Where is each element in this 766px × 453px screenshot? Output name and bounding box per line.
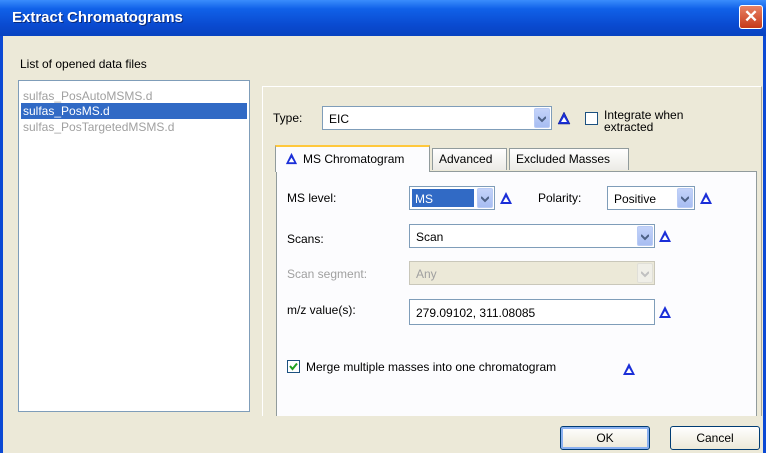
blue-triangle-icon[interactable] — [557, 111, 571, 125]
file-item[interactable]: sulfas_PosTargetedMSMS.d — [21, 119, 174, 135]
scans-select[interactable]: Scan — [409, 224, 655, 248]
ms-level-value: MS — [415, 192, 433, 206]
integrate-label-line2: extracted — [604, 120, 654, 134]
cancel-button[interactable]: Cancel — [670, 426, 760, 450]
mz-values-label: m/z value(s): — [287, 303, 356, 317]
type-label: Type: — [273, 111, 303, 125]
title-bar[interactable]: Extract Chromatograms ✕ — [0, 0, 766, 36]
chevron-down-icon[interactable] — [534, 108, 550, 128]
files-list[interactable]: sulfas_PosAutoMSMS.d sulfas_PosMS.d sulf… — [18, 80, 250, 412]
tab-excluded-masses[interactable]: Excluded Masses — [509, 148, 629, 170]
file-item[interactable]: sulfas_PosAutoMSMS.d — [21, 88, 152, 104]
blue-triangle-icon[interactable] — [658, 229, 672, 243]
tab-advanced[interactable]: Advanced — [432, 148, 507, 170]
close-button[interactable]: ✕ — [739, 5, 763, 29]
ms-level-select[interactable]: MS — [409, 186, 495, 210]
integrate-checkbox[interactable] — [585, 112, 598, 125]
polarity-select[interactable]: Positive — [607, 186, 695, 210]
integrate-label: Integrate when extracted — [604, 109, 683, 133]
close-icon: ✕ — [743, 7, 759, 26]
window-title: Extract Chromatograms — [12, 9, 183, 26]
polarity-label: Polarity: — [538, 191, 582, 205]
chevron-down-icon — [637, 263, 653, 283]
blue-triangle-icon[interactable] — [658, 305, 672, 319]
tab-label: MS Chromatogram — [303, 152, 405, 166]
tab-label: Excluded Masses — [516, 152, 611, 166]
ok-button[interactable]: OK — [560, 426, 650, 450]
ms-level-label: MS level: — [287, 191, 337, 205]
chevron-down-icon[interactable] — [477, 188, 493, 208]
file-item-selected[interactable]: sulfas_PosMS.d — [21, 103, 247, 119]
blue-triangle-icon — [285, 152, 298, 165]
type-select[interactable]: EIC — [322, 106, 552, 130]
files-list-label: List of opened data files — [20, 57, 147, 71]
scans-label: Scans: — [287, 232, 324, 246]
blue-triangle-icon[interactable] — [699, 191, 713, 205]
merge-checkbox[interactable] — [287, 360, 300, 373]
scan-segment-select: Any — [409, 261, 655, 285]
polarity-value: Positive — [614, 192, 657, 206]
blue-triangle-icon[interactable] — [499, 191, 513, 205]
mz-values-input[interactable]: 279.09102, 311.08085 — [409, 299, 655, 325]
merge-label: Merge multiple masses into one chromatog… — [306, 360, 557, 374]
chevron-down-icon[interactable] — [677, 188, 693, 208]
blue-triangle-icon[interactable] — [622, 362, 636, 376]
scan-segment-label: Scan segment: — [287, 267, 368, 281]
checkmark-icon — [289, 362, 298, 371]
chevron-down-icon[interactable] — [637, 226, 653, 246]
mz-values-text: 279.09102, 311.08085 — [416, 306, 536, 320]
scans-value: Scan — [416, 230, 444, 244]
extract-chromatograms-dialog: Extract Chromatograms ✕ List of opened d… — [0, 0, 766, 453]
type-value: EIC — [329, 112, 350, 126]
scan-segment-value: Any — [416, 267, 437, 281]
tab-ms-chromatogram[interactable]: MS Chromatogram — [275, 145, 430, 172]
tab-label: Advanced — [439, 152, 493, 166]
